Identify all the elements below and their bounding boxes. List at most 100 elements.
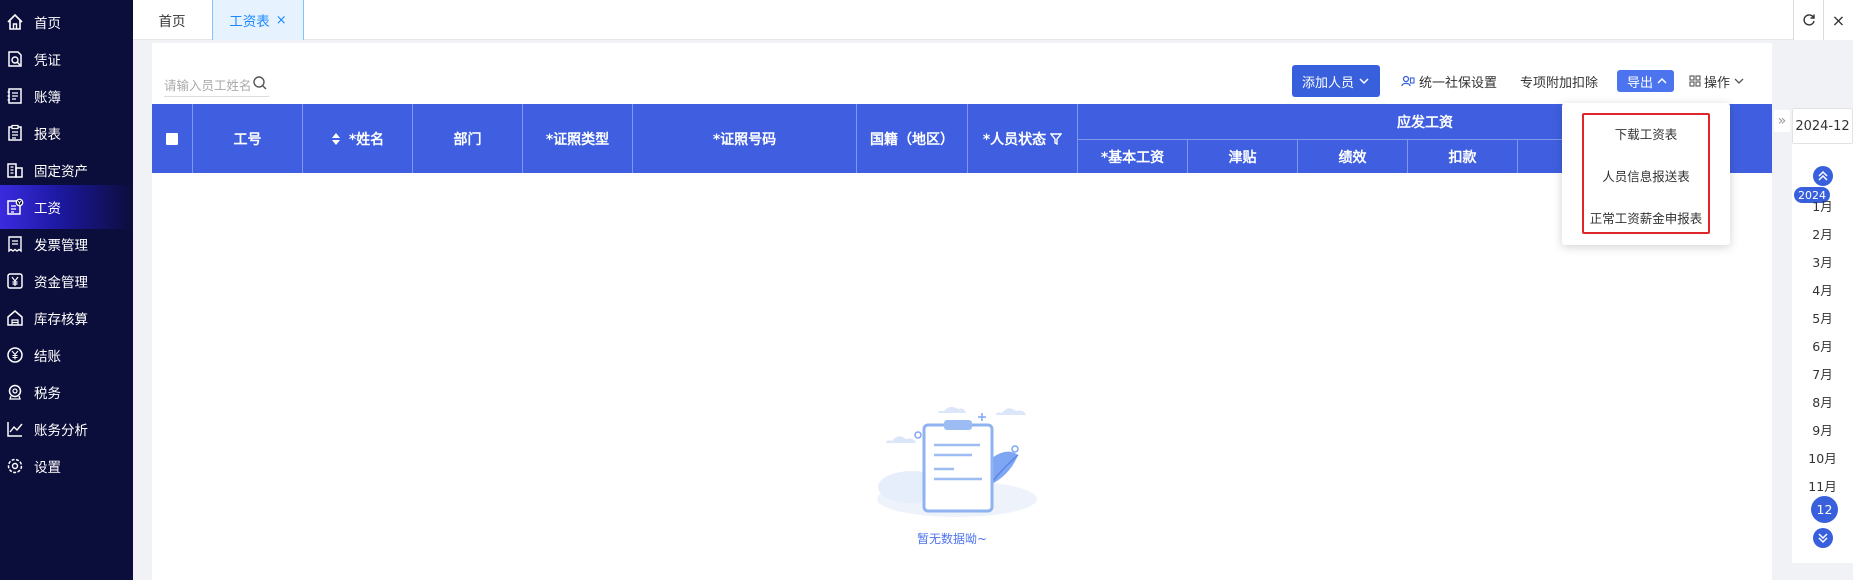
column-header-label: *人员状态	[982, 131, 1047, 148]
scroll-down-icon[interactable]	[1813, 528, 1833, 548]
operations-label: 操作	[1704, 75, 1731, 91]
social-security-label: 统一社保设置	[1419, 75, 1498, 91]
column-header-department: 部门	[413, 104, 523, 173]
column-header-label: *证照号码	[712, 131, 777, 148]
export-button-body: 导出	[1617, 70, 1675, 92]
sidebar-item-label: 工资	[34, 201, 61, 217]
export-dropdown-menu: 下载工资表 人员信息报送表 正常工资薪金申报表	[1562, 103, 1730, 245]
column-header-base-salary: *基本工资	[1078, 139, 1188, 173]
sort-icon[interactable]	[331, 132, 341, 146]
add-person-label: 添加人员	[1302, 75, 1355, 91]
column-header-label: *证照类型	[545, 131, 610, 148]
voucher-icon	[6, 50, 24, 68]
month-item-selected[interactable]: 12月	[1811, 496, 1838, 544]
social-security-settings-button[interactable]: 统一社保设置	[1401, 65, 1497, 97]
column-header-label: 扣款	[1448, 149, 1477, 166]
close-icon[interactable]: ×	[276, 13, 287, 28]
special-deduction-button[interactable]: 专项附加扣除	[1520, 65, 1598, 97]
chart-icon	[6, 420, 24, 438]
sidebar-item-label: 库存核算	[34, 312, 88, 328]
sidebar: 首页 凭证 账簿 报表 固定资产 工资 发票管理 资金管理 库存核算 结账 税务	[0, 0, 133, 580]
sidebar-item-label: 税务	[34, 386, 61, 402]
tax-icon	[6, 383, 24, 401]
column-header-label: *基本工资	[1100, 149, 1165, 166]
column-header-id: 工号	[193, 104, 303, 173]
column-header-deduction: 扣款	[1408, 139, 1518, 173]
month-item[interactable]: 11月	[1792, 476, 1853, 495]
month-item[interactable]: 9月	[1792, 420, 1853, 439]
month-item[interactable]: 3月	[1792, 252, 1853, 271]
home-icon	[6, 13, 24, 31]
empty-state-text: 暂无数据呦~	[916, 532, 988, 546]
column-header-name[interactable]: *姓名	[303, 104, 413, 173]
tab-home-label: 首页	[158, 14, 186, 30]
menu-item-personnel-report[interactable]: 人员信息报送表	[1562, 166, 1730, 185]
checkbox-box	[166, 132, 178, 145]
column-header-id-type: *证照类型	[523, 104, 633, 173]
column-header-label: *姓名	[348, 131, 385, 148]
column-header-performance: 绩效	[1298, 139, 1408, 173]
sidebar-item-label: 报表	[34, 127, 61, 143]
tab-salary-label: 工资表	[229, 14, 270, 30]
column-group-label: 应发工资	[1397, 114, 1453, 131]
salary-icon	[6, 198, 24, 216]
month-item[interactable]: 4月	[1792, 280, 1853, 299]
month-item[interactable]: 6月	[1792, 336, 1853, 355]
chevron-down-icon	[1359, 78, 1369, 85]
month-item[interactable]: 1月	[1792, 196, 1853, 215]
yen-icon	[6, 272, 24, 290]
sidebar-item-label: 固定资产	[34, 164, 88, 180]
month-item[interactable]: 8月	[1792, 392, 1853, 411]
month-item[interactable]: 2月	[1792, 224, 1853, 243]
main-panel: 请输入员工姓名 添加人员 统一社保设置 专项附加扣除 导出 操作 工号 *姓名 …	[152, 43, 1772, 580]
building-icon	[6, 161, 24, 179]
sidebar-item-label: 发票管理	[34, 238, 88, 254]
sidebar-item-settings[interactable]: 设置	[0, 444, 61, 488]
ledger-icon	[6, 87, 24, 105]
chevron-down-icon	[1734, 78, 1744, 84]
column-header-allowance: 津贴	[1188, 139, 1298, 173]
column-header-status[interactable]: *人员状态	[968, 104, 1078, 173]
export-button[interactable]: 导出	[1617, 65, 1675, 97]
add-person-button[interactable]: 添加人员	[1292, 65, 1381, 97]
table-header: 工号 *姓名 部门 *证照类型 *证照号码 国籍（地区） *人员状态 应发工资 …	[152, 104, 1772, 173]
menu-item-download-salary-sheet[interactable]: 下载工资表	[1562, 124, 1730, 143]
column-header-id-number: *证照号码	[633, 104, 857, 173]
month-item[interactable]: 5月	[1792, 308, 1853, 327]
search-icon[interactable]	[252, 75, 268, 91]
current-period[interactable]: 2024-12	[1792, 108, 1853, 144]
special-deduction-label: 专项附加扣除	[1520, 75, 1599, 91]
report-icon	[6, 124, 24, 142]
tab-salary-sheet[interactable]: 工资表 ×	[212, 0, 304, 40]
column-header-label: 工号	[233, 131, 262, 148]
period-panel: 2024-12 2024 1月 2月 3月 4月 5月 6月 7月 8月 9月 …	[1792, 108, 1853, 563]
column-header-nationality: 国籍（地区）	[857, 104, 968, 173]
menu-item-salary-tax-return[interactable]: 正常工资薪金申报表	[1562, 208, 1730, 227]
export-label: 导出	[1627, 75, 1654, 91]
sidebar-item-label: 账簿	[34, 90, 61, 106]
sidebar-item-label: 设置	[34, 460, 61, 476]
people-settings-icon	[1401, 75, 1415, 87]
tab-bar: 首页 工资表 × ×	[133, 0, 1853, 40]
tab-home[interactable]: 首页	[133, 0, 211, 40]
warehouse-icon	[6, 309, 24, 327]
column-header-label: 绩效	[1338, 149, 1367, 166]
filter-icon[interactable]	[1050, 132, 1063, 145]
column-header-label: 津贴	[1228, 149, 1257, 166]
month-item[interactable]: 10月	[1792, 448, 1853, 467]
column-header-label: 国籍（地区）	[870, 131, 954, 148]
close-all-tabs-icon[interactable]: ×	[1823, 0, 1853, 40]
empty-clipboard-illustration	[877, 406, 1037, 517]
sidebar-item-label: 资金管理	[34, 275, 88, 291]
scroll-up-icon[interactable]	[1813, 166, 1833, 186]
collapse-panel-icon[interactable]: »	[1774, 110, 1790, 132]
add-person-button-body: 添加人员	[1292, 65, 1381, 97]
sidebar-item-label: 账务分析	[34, 423, 88, 439]
refresh-icon[interactable]	[1793, 0, 1823, 40]
month-item[interactable]: 7月	[1792, 364, 1853, 383]
operations-icon	[1689, 75, 1701, 87]
operations-menu-button[interactable]: 操作	[1689, 65, 1745, 97]
sidebar-item-label: 凭证	[34, 53, 61, 69]
select-all-checkbox[interactable]	[152, 104, 193, 173]
settle-icon	[6, 346, 24, 364]
